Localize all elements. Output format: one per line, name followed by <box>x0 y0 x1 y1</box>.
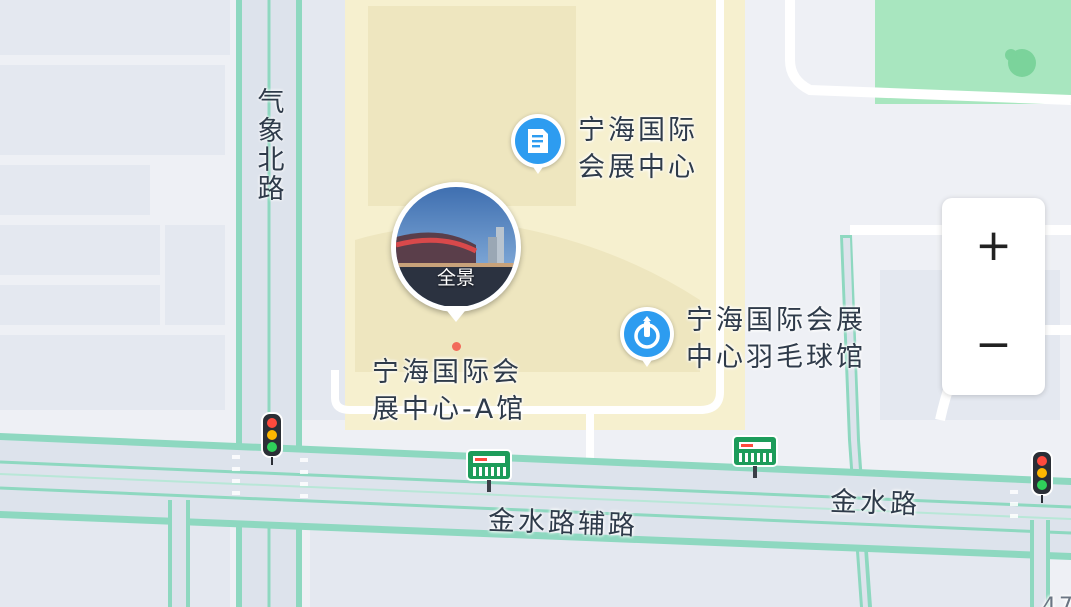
bus-stop-icon[interactable] <box>465 448 513 494</box>
poi-label-line1: 宁海国际 <box>578 115 698 146</box>
edge-text: 47 <box>1042 594 1071 607</box>
road-label-qixiang-north: 气象北路 <box>257 87 285 205</box>
poi-label-badminton-hall[interactable]: 宁海国际会展 中心羽毛球馆 <box>686 302 866 376</box>
poi-marker-badminton-hall[interactable] <box>620 307 676 373</box>
poi-label-convention-center[interactable]: 宁海国际 会展中心 <box>578 112 698 186</box>
zoom-control: + − <box>942 198 1045 395</box>
poi-label-hall-a[interactable]: 宁海国际会 展中心-A馆 <box>372 354 526 428</box>
zoom-out-button[interactable]: − <box>942 297 1045 395</box>
poi-label-line2: 会展中心 <box>578 152 698 183</box>
panorama-photo: 全景 <box>396 187 516 307</box>
book-icon <box>528 129 548 153</box>
poi-label-line2: 展中心-A馆 <box>372 394 527 425</box>
location-dot <box>452 342 461 351</box>
traffic-light-icon <box>261 412 283 465</box>
poi-marker-convention-center[interactable] <box>511 114 567 180</box>
road-label-jinshui: 金水路 <box>829 486 921 521</box>
poi-label-line2: 中心羽毛球馆 <box>686 342 866 373</box>
map-view[interactable]: 气象北路 金水路 金水路辅路 47 宁海国际 会展中心 宁海国际会展 中心羽毛球… <box>0 0 1071 607</box>
sports-icon <box>634 316 660 349</box>
traffic-light-icon <box>1031 450 1053 503</box>
bus-stop-icon[interactable] <box>731 434 779 480</box>
panorama-marker[interactable]: 全景 <box>391 182 521 332</box>
zoom-in-button[interactable]: + <box>942 198 1045 296</box>
poi-label-line1: 宁海国际会 <box>372 357 522 388</box>
panorama-label: 全景 <box>436 267 475 289</box>
poi-label-line1: 宁海国际会展 <box>686 305 866 336</box>
road-label-jinshui-aux: 金水路辅路 <box>487 505 639 542</box>
